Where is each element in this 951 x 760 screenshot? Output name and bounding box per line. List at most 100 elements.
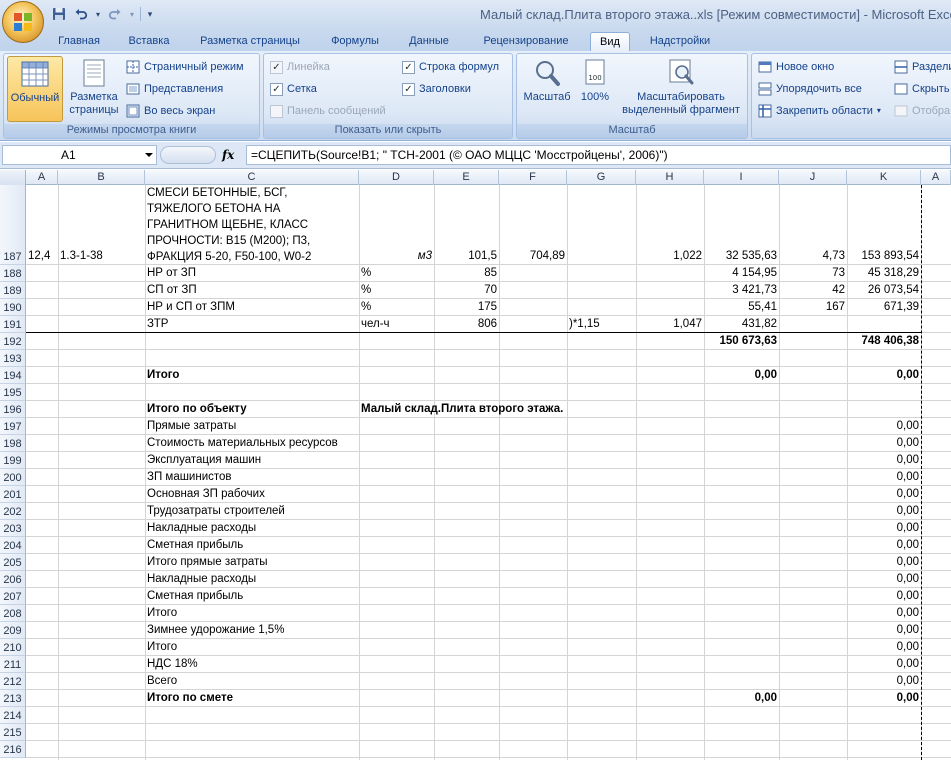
cell-k197[interactable]: 0,00 [847, 419, 919, 433]
row-header-208[interactable]: 208 [0, 605, 26, 622]
column-header-i[interactable]: I [704, 170, 779, 185]
cell-c203[interactable]: Накладные расходы [147, 521, 256, 535]
tab-review[interactable]: Рецензирование [470, 32, 582, 51]
cell-d190[interactable]: % [361, 300, 371, 314]
row-header-207[interactable]: 207 [0, 588, 26, 605]
row-header-206[interactable]: 206 [0, 571, 26, 588]
row-header-211[interactable]: 211 [0, 656, 26, 673]
cell-k188[interactable]: 45 318,29 [847, 266, 919, 280]
cell-e191[interactable]: 806 [434, 317, 497, 331]
tab-home[interactable]: Главная [48, 32, 110, 51]
cell-k206[interactable]: 0,00 [847, 572, 919, 586]
cell-b187[interactable]: 1.3-1-38 [60, 249, 103, 263]
cell-k203[interactable]: 0,00 [847, 521, 919, 535]
row-header-202[interactable]: 202 [0, 503, 26, 520]
redo-dropdown-icon[interactable]: ▾ [128, 5, 136, 23]
cell-k190[interactable]: 671,39 [847, 300, 919, 314]
cell-c205[interactable]: Итого прямые затраты [147, 555, 268, 569]
column-header-e[interactable]: E [434, 170, 499, 185]
save-icon[interactable] [50, 5, 68, 23]
row-header-210[interactable]: 210 [0, 639, 26, 656]
cell-c207[interactable]: Сметная прибыль [147, 589, 243, 603]
normal-view-button[interactable]: Обычный [7, 56, 63, 122]
cell-g191[interactable]: )*1,15 [569, 317, 600, 331]
row-header-209[interactable]: 209 [0, 622, 26, 639]
formula-input[interactable]: =СЦЕПИТЬ(Source!B1; " ТСН-2001 (© ОАО МЦ… [246, 145, 951, 165]
cell-c210[interactable]: Итого [147, 640, 177, 654]
cell-e187[interactable]: 101,5 [434, 249, 497, 263]
cell-k192[interactable]: 748 406,38 [847, 334, 919, 348]
column-header-a[interactable]: A [26, 170, 58, 185]
hide-button[interactable]: Скрыть [894, 80, 950, 98]
customize-icon[interactable]: ▾ [145, 5, 155, 23]
column-header-g[interactable]: G [567, 170, 636, 185]
cell-d188[interactable]: % [361, 266, 371, 280]
row-header-216[interactable]: 216 [0, 741, 26, 758]
cell-c197[interactable]: Прямые затраты [147, 419, 236, 433]
cell-k208[interactable]: 0,00 [847, 606, 919, 620]
message-bar-checkbox[interactable]: Панель сообщений [270, 102, 386, 120]
headings-checkbox[interactable]: ✓ Заголовки [402, 80, 471, 98]
redo-icon[interactable] [106, 5, 124, 23]
cell-k200[interactable]: 0,00 [847, 470, 919, 484]
zoom-button[interactable]: Масштаб [521, 56, 573, 122]
cell-c209[interactable]: Зимнее удорожание 1,5% [147, 623, 284, 637]
cell-k212[interactable]: 0,00 [847, 674, 919, 688]
cell-c204[interactable]: Сметная прибыль [147, 538, 243, 552]
cell-i187[interactable]: 32 535,63 [704, 249, 777, 263]
cell-d189[interactable]: % [361, 283, 371, 297]
cell-c213[interactable]: Итого по смете [147, 691, 233, 705]
row-header-205[interactable]: 205 [0, 554, 26, 571]
cell-c187-line[interactable]: СМЕСИ БЕТОННЫЕ, БСГ, [147, 186, 287, 200]
page-break-preview-button[interactable]: Страничный режим [126, 58, 244, 76]
tab-formulas[interactable]: Формулы [320, 32, 390, 51]
cell-j190[interactable]: 167 [779, 300, 845, 314]
cell-k211[interactable]: 0,00 [847, 657, 919, 671]
gridlines-checkbox[interactable]: ✓ Сетка [270, 80, 317, 98]
cell-j189[interactable]: 42 [779, 283, 845, 297]
cell-e190[interactable]: 175 [434, 300, 497, 314]
cell-d196[interactable]: Малый склад.Плита второго этажа. [361, 402, 563, 416]
split-button[interactable]: Раздели [894, 58, 951, 76]
cell-c212[interactable]: Всего [147, 674, 177, 688]
row-header-195[interactable]: 195 [0, 384, 26, 401]
row-header-191[interactable]: 191 [0, 316, 26, 333]
undo-icon[interactable] [72, 5, 90, 23]
cell-k210[interactable]: 0,00 [847, 640, 919, 654]
cell-k198[interactable]: 0,00 [847, 436, 919, 450]
cell-c191[interactable]: ЗТР [147, 317, 168, 331]
ruler-checkbox[interactable]: ✓ Линейка [270, 58, 330, 76]
column-header-d[interactable]: D [359, 170, 434, 185]
cell-k204[interactable]: 0,00 [847, 538, 919, 552]
page-layout-view-button[interactable]: Разметка страницы [66, 56, 122, 122]
column-header-h[interactable]: H [636, 170, 704, 185]
cell-c194[interactable]: Итого [147, 368, 179, 382]
cell-c208[interactable]: Итого [147, 606, 177, 620]
freeze-panes-button[interactable]: Закрепить области ▾ [758, 102, 881, 120]
cell-k189[interactable]: 26 073,54 [847, 283, 919, 297]
tab-insert[interactable]: Вставка [118, 32, 180, 51]
cell-j187[interactable]: 4,73 [779, 249, 845, 263]
tab-addins[interactable]: Надстройки [638, 32, 722, 51]
cell-d187[interactable]: м3 [359, 249, 432, 263]
cell-h187[interactable]: 1,022 [636, 249, 702, 263]
row-header-197[interactable]: 197 [0, 418, 26, 435]
row-header-188[interactable]: 188 [0, 265, 26, 282]
row-header-215[interactable]: 215 [0, 724, 26, 741]
row-header-190[interactable]: 190 [0, 299, 26, 316]
cell-k207[interactable]: 0,00 [847, 589, 919, 603]
column-header-a-next[interactable]: A [921, 170, 951, 185]
cell-c206[interactable]: Накладные расходы [147, 572, 256, 586]
cell-k201[interactable]: 0,00 [847, 487, 919, 501]
cell-k209[interactable]: 0,00 [847, 623, 919, 637]
cell-c190[interactable]: НР и СП от ЗПМ [147, 300, 235, 314]
row-header-198[interactable]: 198 [0, 435, 26, 452]
office-button[interactable] [2, 1, 44, 43]
cell-i190[interactable]: 55,41 [704, 300, 777, 314]
full-screen-button[interactable]: Во весь экран [126, 102, 215, 120]
zoom-to-selection-button[interactable]: Масштабировать выделенный фрагмент [617, 56, 745, 122]
cell-i189[interactable]: 3 421,73 [704, 283, 777, 297]
cell-c196[interactable]: Итого по объекту [147, 402, 247, 416]
select-all-button[interactable] [0, 170, 26, 185]
row-header-193[interactable]: 193 [0, 350, 26, 367]
